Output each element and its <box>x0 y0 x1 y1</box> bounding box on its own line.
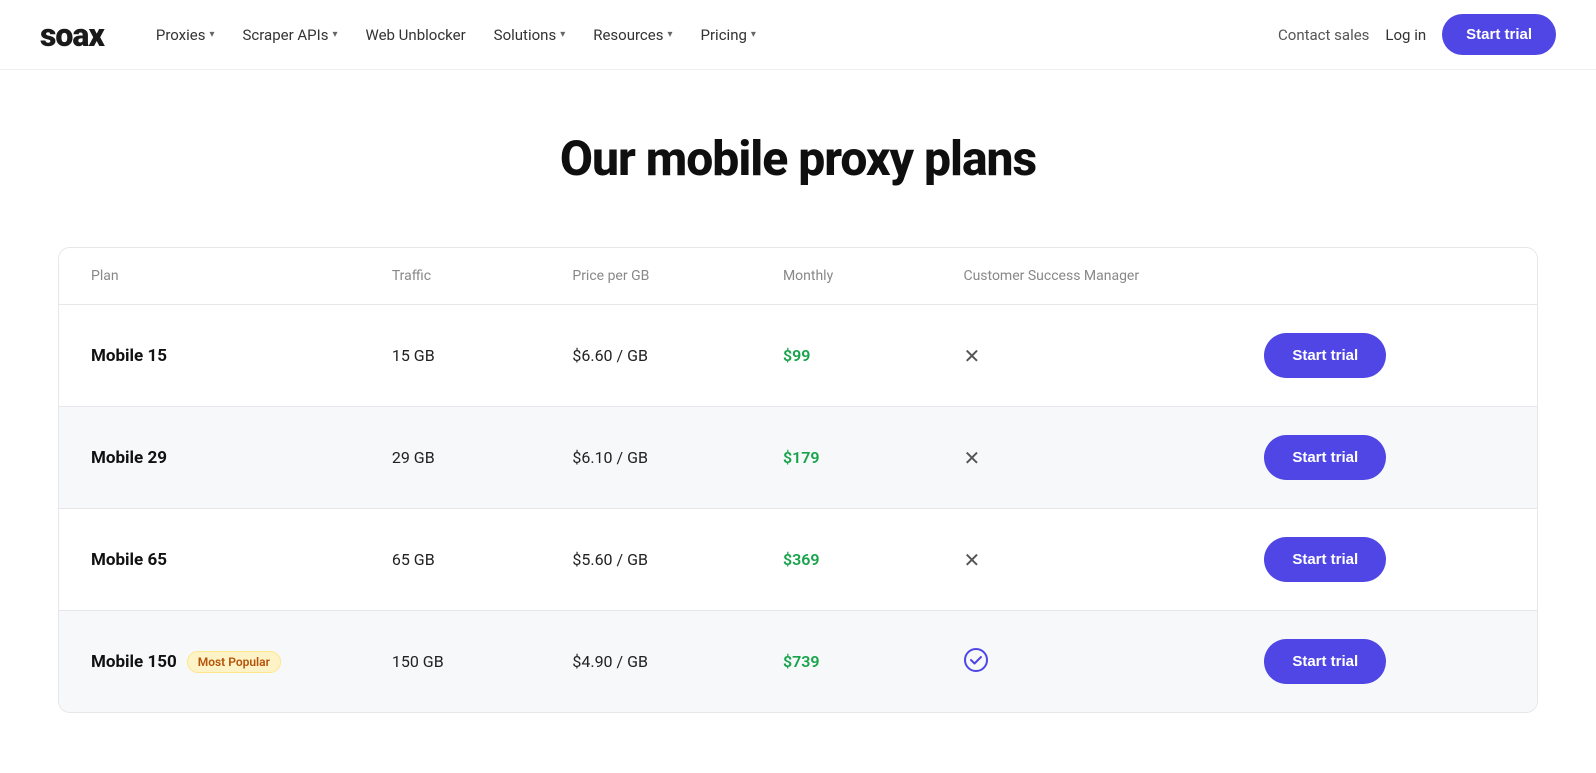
chevron-down-icon: ▾ <box>667 29 672 40</box>
nav-right: Contact sales Log in Start trial <box>1278 14 1556 55</box>
nav-links: Proxies ▾ Scraper APIs ▾ Web Unblocker S… <box>144 18 1278 52</box>
plan-name-mobile15: Mobile 15 <box>91 346 392 366</box>
nav-item-proxies[interactable]: Proxies ▾ <box>144 18 227 52</box>
start-trial-button-mobile150[interactable]: Start trial <box>1264 639 1386 684</box>
chevron-down-icon: ▾ <box>209 29 214 40</box>
nav-start-trial-button[interactable]: Start trial <box>1442 14 1556 55</box>
most-popular-badge: Most Popular <box>187 651 281 673</box>
pricing-table: Plan Traffic Price per GB Monthly Custom… <box>58 247 1538 713</box>
price-per-gb-mobile150: $4.90 / GB <box>572 652 783 671</box>
plan-name-mobile150: Mobile 150 Most Popular <box>91 651 392 673</box>
nav-label-pricing: Pricing <box>701 26 747 44</box>
nav-item-solutions[interactable]: Solutions ▾ <box>482 18 578 52</box>
table-header: Plan Traffic Price per GB Monthly Custom… <box>59 248 1537 305</box>
nav-item-scraper-apis[interactable]: Scraper APIs ▾ <box>231 18 350 52</box>
csm-mobile150 <box>963 647 1264 677</box>
plan-name-mobile65: Mobile 65 <box>91 550 392 570</box>
pricing-section: Plan Traffic Price per GB Monthly Custom… <box>18 227 1578 773</box>
action-mobile29: Start trial <box>1264 435 1505 480</box>
chevron-down-icon: ▾ <box>560 29 565 40</box>
nav-label-proxies: Proxies <box>156 26 206 44</box>
start-trial-button-mobile29[interactable]: Start trial <box>1264 435 1386 480</box>
csm-mobile15: ✕ <box>963 344 1264 368</box>
price-per-gb-mobile15: $6.60 / GB <box>572 346 783 365</box>
nav-label-scraper-apis: Scraper APIs <box>243 26 329 44</box>
action-mobile150: Start trial <box>1264 639 1505 684</box>
table-row: Mobile 29 29 GB $6.10 / GB $179 ✕ Start … <box>59 407 1537 509</box>
col-header-price-per-gb: Price per GB <box>572 268 783 284</box>
monthly-mobile15: $99 <box>783 346 964 365</box>
monthly-mobile150: $739 <box>783 652 964 671</box>
monthly-mobile65: $369 <box>783 550 964 569</box>
traffic-mobile150: 150 GB <box>392 652 573 671</box>
csm-mobile29: ✕ <box>963 446 1264 470</box>
col-header-plan: Plan <box>91 268 392 284</box>
table-row: Mobile 15 15 GB $6.60 / GB $99 ✕ Start t… <box>59 305 1537 407</box>
action-mobile15: Start trial <box>1264 333 1505 378</box>
price-per-gb-mobile29: $6.10 / GB <box>572 448 783 467</box>
nav-label-solutions: Solutions <box>494 26 557 44</box>
col-header-monthly: Monthly <box>783 268 964 284</box>
plan-name-mobile29: Mobile 29 <box>91 448 392 468</box>
nav-label-resources: Resources <box>593 26 663 44</box>
col-header-csm: Customer Success Manager <box>963 268 1264 284</box>
col-header-action <box>1264 268 1505 284</box>
start-trial-button-mobile15[interactable]: Start trial <box>1264 333 1386 378</box>
traffic-mobile65: 65 GB <box>392 550 573 569</box>
nav-label-web-unblocker: Web Unblocker <box>366 26 466 44</box>
table-row: Mobile 65 65 GB $5.60 / GB $369 ✕ Start … <box>59 509 1537 611</box>
page-title: Our mobile proxy plans <box>40 130 1556 187</box>
traffic-mobile15: 15 GB <box>392 346 573 365</box>
csm-mobile65: ✕ <box>963 548 1264 572</box>
contact-sales-link[interactable]: Contact sales <box>1278 26 1369 44</box>
action-mobile65: Start trial <box>1264 537 1505 582</box>
chevron-down-icon: ▾ <box>751 29 756 40</box>
logo[interactable]: soax <box>40 16 104 54</box>
nav-item-resources[interactable]: Resources ▾ <box>581 18 684 52</box>
nav-item-pricing[interactable]: Pricing ▾ <box>689 18 768 52</box>
hero-section: Our mobile proxy plans <box>0 70 1596 227</box>
monthly-mobile29: $179 <box>783 448 964 467</box>
start-trial-button-mobile65[interactable]: Start trial <box>1264 537 1386 582</box>
chevron-down-icon: ▾ <box>332 29 337 40</box>
login-link[interactable]: Log in <box>1385 26 1426 44</box>
price-per-gb-mobile65: $5.60 / GB <box>572 550 783 569</box>
navbar: soax Proxies ▾ Scraper APIs ▾ Web Unbloc… <box>0 0 1596 70</box>
col-header-traffic: Traffic <box>392 268 573 284</box>
table-row: Mobile 150 Most Popular 150 GB $4.90 / G… <box>59 611 1537 712</box>
traffic-mobile29: 29 GB <box>392 448 573 467</box>
nav-item-web-unblocker[interactable]: Web Unblocker <box>354 18 478 52</box>
